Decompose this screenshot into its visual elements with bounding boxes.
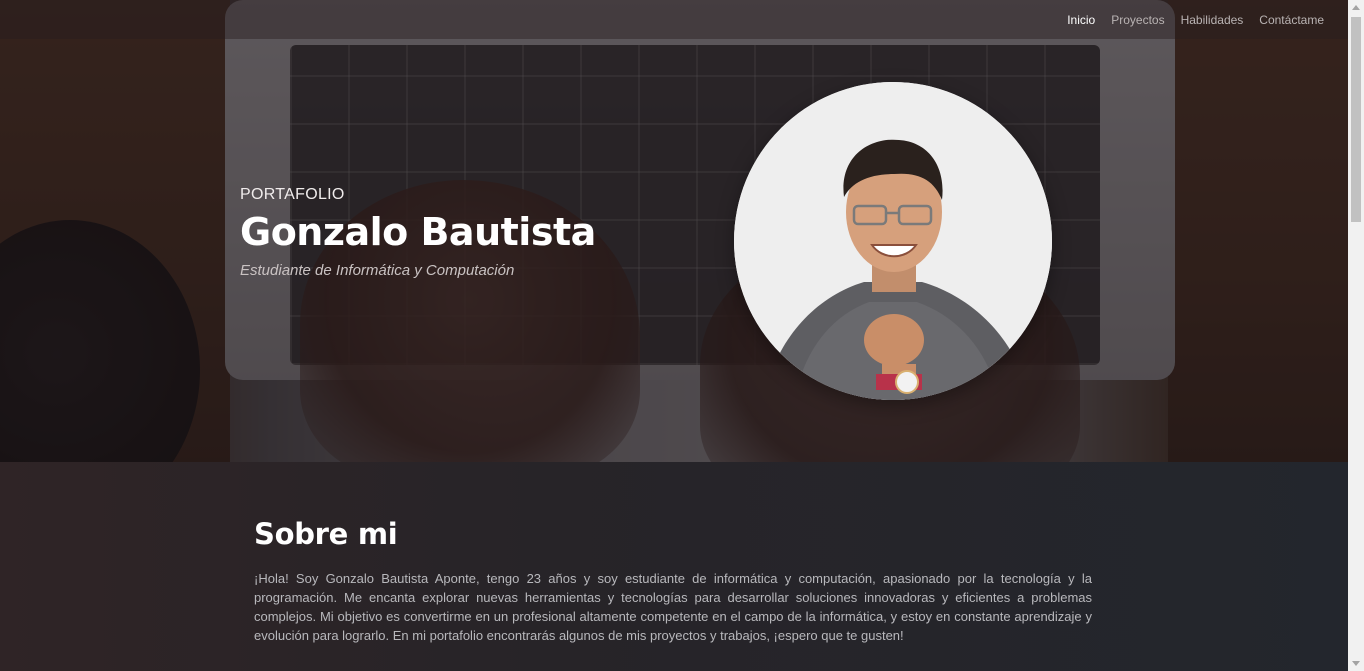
scrollbar-thumb[interactable] xyxy=(1351,17,1361,222)
photo-fist xyxy=(864,314,924,366)
about-title: Sobre mi xyxy=(254,517,398,551)
hero-overlay xyxy=(0,0,1348,462)
scroll-up-arrow-icon[interactable] xyxy=(1352,5,1360,10)
nav-item-proyectos[interactable]: Proyectos xyxy=(1111,13,1164,27)
hero-name: Gonzalo Bautista xyxy=(240,210,596,254)
nav-item-habilidades[interactable]: Habilidades xyxy=(1181,13,1244,27)
navbar: Inicio Proyectos Habilidades Contáctame xyxy=(0,0,1348,39)
portfolio-page: Inicio Proyectos Habilidades Contáctame … xyxy=(0,0,1364,671)
page-scrollbar[interactable] xyxy=(1348,0,1364,671)
nav-item-inicio[interactable]: Inicio xyxy=(1067,13,1095,27)
hero-section: Inicio Proyectos Habilidades Contáctame … xyxy=(0,0,1348,462)
about-section: Sobre mi ¡Hola! Soy Gonzalo Bautista Apo… xyxy=(0,462,1348,671)
hero-eyebrow: PORTAFOLIO xyxy=(240,186,345,203)
hero-text: PORTAFOLIO Gonzalo Bautista Estudiante d… xyxy=(240,186,596,279)
scroll-down-arrow-icon[interactable] xyxy=(1352,661,1360,666)
photo-watch-face xyxy=(895,370,919,394)
about-text: ¡Hola! Soy Gonzalo Bautista Aponte, teng… xyxy=(254,571,1092,643)
nav-item-contactame[interactable]: Contáctame xyxy=(1259,13,1324,27)
profile-photo-illustration xyxy=(734,82,1052,400)
profile-photo xyxy=(734,82,1052,400)
hero-tagline: Estudiante de Informática y Computación xyxy=(240,262,515,279)
nav-links: Inicio Proyectos Habilidades Contáctame xyxy=(1067,13,1324,27)
